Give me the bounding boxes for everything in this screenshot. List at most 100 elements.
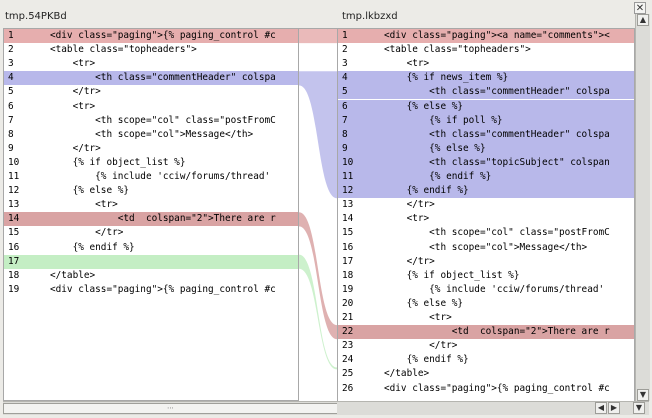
line-code: <td colspan="2">There are r xyxy=(384,326,610,338)
left-line[interactable]: 4 <th class="commentHeader" colspa xyxy=(4,71,298,86)
left-line[interactable]: 15 </tr> xyxy=(4,226,298,240)
right-file-name: tmp.lkbzxd xyxy=(342,11,398,22)
left-scroll-thumb[interactable]: ⋯ xyxy=(3,403,338,414)
right-pane[interactable]: 1 <div class="paging"><a name="comments">… xyxy=(337,28,635,402)
line-number: 26 xyxy=(342,382,354,394)
left-line[interactable]: 18 </table> xyxy=(4,269,298,283)
left-line[interactable]: 8 <th scope="col">Message</th> xyxy=(4,128,298,142)
line-code: </tr> xyxy=(384,199,435,211)
right-line[interactable]: 16 <th scope="col">Message</th> xyxy=(338,241,634,255)
left-line[interactable]: 2 <table class="topheaders"> xyxy=(4,43,298,57)
line-number: 14 xyxy=(8,213,20,225)
left-line[interactable]: 1 <div class="paging">{% paging_control #… xyxy=(4,29,298,43)
right-line[interactable]: 25 </table> xyxy=(338,367,634,381)
close-icon[interactable]: ✕ xyxy=(634,2,646,14)
line-number: 20 xyxy=(342,297,354,309)
line-number: 25 xyxy=(342,368,354,380)
line-number: 5 xyxy=(342,86,348,98)
left-line[interactable]: 17 xyxy=(4,254,298,269)
right-line[interactable]: 9 {% else %} xyxy=(338,141,634,156)
right-line[interactable]: 4 {% if news_item %} xyxy=(338,71,634,86)
right-line[interactable]: 2 <table class="topheaders"> xyxy=(338,43,634,57)
left-line[interactable]: 19 <div class="paging">{% paging_control … xyxy=(4,283,298,297)
line-code: {% else %} xyxy=(384,142,486,154)
line-number: 14 xyxy=(342,213,354,225)
right-line[interactable]: 17 </tr> xyxy=(338,255,634,269)
diff-link-gutter xyxy=(299,28,337,401)
line-code: {% if news_item %} xyxy=(384,72,509,84)
line-code: <tr> xyxy=(384,213,430,225)
line-number: 15 xyxy=(8,227,20,239)
right-line[interactable]: 3 <tr> xyxy=(338,57,634,71)
scroll-down-arrow-icon[interactable]: ▼ xyxy=(633,402,645,414)
line-number: 9 xyxy=(342,142,348,154)
line-code: <th scope="col" class="postFromC xyxy=(50,114,276,126)
line-code: <div class="paging">{% paging_control #c xyxy=(50,283,276,295)
right-line[interactable]: 11 {% endif %} xyxy=(338,170,634,184)
line-code: <th class="commentHeader" colspa xyxy=(50,72,276,84)
right-line[interactable]: 14 <tr> xyxy=(338,212,634,226)
line-number: 7 xyxy=(342,114,348,126)
right-line[interactable]: 13 </tr> xyxy=(338,198,634,212)
left-horizontal-scrollbar[interactable]: ⋯ xyxy=(3,401,338,415)
line-code: {% if object_list %} xyxy=(50,156,186,168)
right-line[interactable]: 10 <th class="topicSubject" colspan xyxy=(338,155,634,170)
scroll-up-arrow-icon[interactable]: ▲ xyxy=(637,14,649,26)
line-code: {% include 'cciw/forums/thread' xyxy=(50,171,271,182)
left-file-name: tmp.54PKBd xyxy=(5,11,67,22)
right-line[interactable]: 6 {% else %} xyxy=(338,99,634,114)
right-line[interactable]: 20 {% else %} xyxy=(338,297,634,311)
right-line[interactable]: 7 {% if poll %} xyxy=(338,113,634,128)
right-line[interactable]: 8 <th class="commentHeader" colspa xyxy=(338,127,634,142)
right-line[interactable]: 12 {% endif %} xyxy=(338,184,634,199)
line-code: {% else %} xyxy=(50,185,130,197)
line-code: {% if poll %} xyxy=(384,114,503,126)
scroll-right-arrow-icon[interactable]: ▶ xyxy=(608,402,620,414)
right-line[interactable]: 5 <th class="commentHeader" colspa xyxy=(338,85,634,100)
line-number: 8 xyxy=(342,128,348,140)
left-pane[interactable]: 1 <div class="paging">{% paging_control #… xyxy=(3,28,299,401)
left-line[interactable]: 3 <tr> xyxy=(4,57,298,71)
line-number: 6 xyxy=(342,100,348,112)
scroll-down-arrow-icon[interactable]: ▼ xyxy=(637,389,649,401)
line-code: <th scope="col">Message</th> xyxy=(50,128,254,140)
right-line[interactable]: 19 {% include 'cciw/forums/thread' xyxy=(338,283,634,297)
line-number: 9 xyxy=(8,142,14,154)
line-code: <div class="paging"><a name="comments">< xyxy=(384,30,610,41)
scroll-left-arrow-icon[interactable]: ◀ xyxy=(595,402,607,414)
right-horizontal-scrollbar[interactable]: ◀ ▶ ▼ xyxy=(337,401,649,415)
line-code: <td colspan="2">There are r xyxy=(50,213,276,225)
line-number: 22 xyxy=(342,326,354,338)
left-line[interactable]: 13 <tr> xyxy=(4,198,298,212)
line-number: 17 xyxy=(342,255,354,267)
left-line[interactable]: 12 {% else %} xyxy=(4,184,298,198)
line-code: <table class="topheaders"> xyxy=(384,44,531,56)
line-code: <table class="topheaders"> xyxy=(50,44,197,56)
left-line[interactable]: 6 <tr> xyxy=(4,100,298,114)
left-line[interactable]: 5 </tr> xyxy=(4,85,298,99)
line-code: <th class="commentHeader" colspa xyxy=(384,128,610,140)
line-number: 11 xyxy=(8,171,20,182)
left-line[interactable]: 11 {% include 'cciw/forums/thread' xyxy=(4,170,298,184)
line-number: 17 xyxy=(8,255,20,267)
left-line[interactable]: 9 </tr> xyxy=(4,142,298,156)
line-number: 10 xyxy=(342,156,354,168)
line-number: 12 xyxy=(342,185,354,197)
right-line[interactable]: 23 </tr> xyxy=(338,339,634,353)
right-line[interactable]: 21 <tr> xyxy=(338,311,634,325)
line-number: 24 xyxy=(342,354,354,366)
left-line[interactable]: 16 {% endif %} xyxy=(4,241,298,255)
right-line[interactable]: 1 <div class="paging"><a name="comments">… xyxy=(338,29,634,43)
right-line[interactable]: 18 {% if object_list %} xyxy=(338,269,634,283)
right-line[interactable]: 22 <td colspan="2">There are r xyxy=(338,325,634,340)
file-header-bar: tmp.54PKBd tmp.lkbzxd ✕ xyxy=(0,0,652,28)
right-line[interactable]: 24 {% endif %} xyxy=(338,353,634,367)
line-number: 3 xyxy=(8,58,14,70)
left-line[interactable]: 14 <td colspan="2">There are r xyxy=(4,212,298,227)
line-number: 2 xyxy=(342,44,348,56)
left-line[interactable]: 10 {% if object_list %} xyxy=(4,156,298,170)
left-line[interactable]: 7 <th scope="col" class="postFromC xyxy=(4,114,298,128)
vertical-scrollbar[interactable]: ▲ ▼ xyxy=(635,14,650,401)
right-line[interactable]: 15 <th scope="col" class="postFromC xyxy=(338,226,634,240)
right-line[interactable]: 26 <div class="paging">{% paging_control … xyxy=(338,382,634,396)
